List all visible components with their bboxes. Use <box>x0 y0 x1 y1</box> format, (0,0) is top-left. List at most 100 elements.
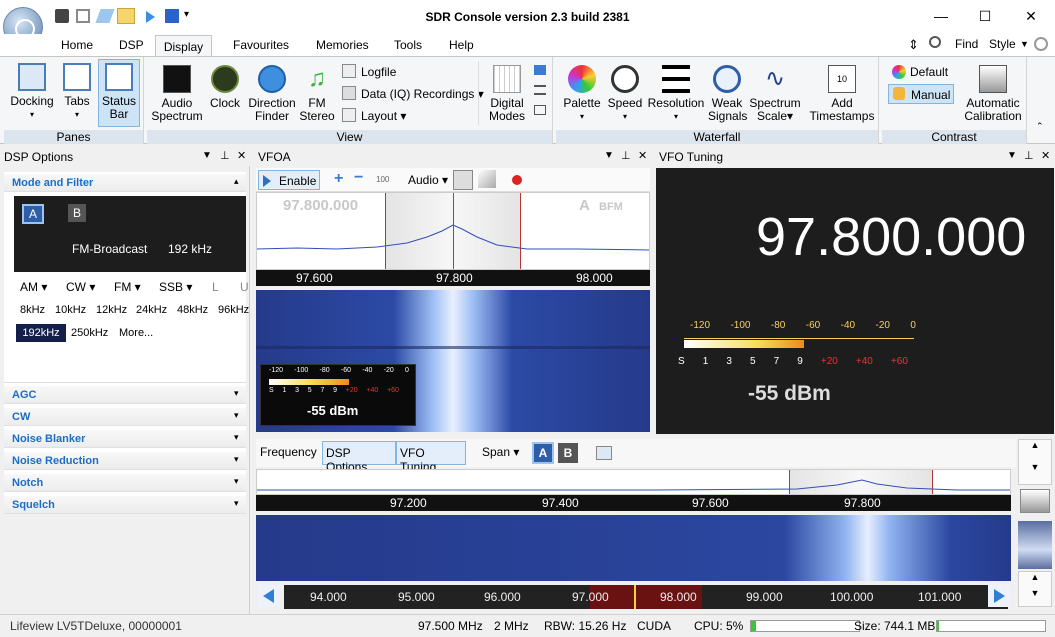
pin-icon[interactable]: ⊥ <box>1024 149 1034 162</box>
zoom-out-icon[interactable]: − <box>354 169 363 187</box>
bottom-spectrum[interactable] <box>256 469 1011 495</box>
mode-filter-section[interactable]: Mode and Filter <box>4 174 246 192</box>
panel-menu-icon[interactable]: ▼ <box>1007 150 1017 161</box>
deemphasis-icon[interactable] <box>478 170 496 188</box>
pin-icon[interactable]: ⊥ <box>220 149 230 162</box>
style-menu[interactable]: Style <box>989 37 1016 51</box>
calibration-icon[interactable] <box>1020 489 1050 513</box>
notch-section[interactable]: Notch <box>4 474 246 492</box>
chevron-down-icon[interactable]: ▾ <box>234 476 239 487</box>
noise-reduction-section[interactable]: Noise Reduction <box>4 452 246 470</box>
tab-dsp-options[interactable]: DSP Options <box>322 441 396 474</box>
search-icon[interactable] <box>929 36 941 48</box>
digital-modes-button[interactable]: Digital Modes <box>484 65 530 123</box>
close-panel-icon[interactable]: ✕ <box>638 149 647 162</box>
close-panel-icon[interactable]: ✕ <box>237 149 246 162</box>
scroll-right-button[interactable] <box>988 585 1010 607</box>
collapse-icon[interactable]: ▴ <box>234 176 239 187</box>
tabs-button[interactable]: Tabs ▾ <box>58 63 96 121</box>
tab-frequency[interactable]: Frequency <box>260 445 317 459</box>
mode-am[interactable]: AM ▾ <box>20 280 47 294</box>
mode-fm[interactable]: FM ▾ <box>114 280 141 294</box>
tab-display[interactable]: Display <box>155 35 212 57</box>
scroll-left-button[interactable] <box>258 585 280 607</box>
speaker-mute-icon[interactable] <box>453 170 473 190</box>
vfo-a-button[interactable]: A <box>22 204 44 224</box>
chevron-down-icon[interactable]: ▾ <box>234 498 239 509</box>
window-icon[interactable] <box>534 65 546 75</box>
resolution-button[interactable]: Resolution ▾ <box>646 65 706 123</box>
filter-more[interactable]: More... <box>119 327 153 339</box>
docking-button[interactable]: Docking ▾ <box>8 63 56 121</box>
close-button[interactable]: ✕ <box>1008 4 1054 28</box>
mode-cw[interactable]: CW ▾ <box>66 280 95 294</box>
speed-button[interactable]: Speed ▾ <box>606 65 644 123</box>
print-icon[interactable] <box>596 446 612 460</box>
default-contrast-button[interactable]: Default <box>910 65 948 79</box>
filter-192khz[interactable]: 192kHz <box>16 324 66 342</box>
chevron-down-icon[interactable]: ▼ <box>1020 39 1029 49</box>
fm-stereo-button[interactable]: ♫ FM Stereo <box>299 65 335 123</box>
filter-24khz[interactable]: 24kHz <box>136 304 167 316</box>
status-bar-toggle[interactable]: Status Bar <box>98 59 140 127</box>
chevron-down-icon[interactable]: ▼ <box>1019 462 1051 472</box>
chevron-down-icon[interactable]: ▾ <box>234 410 239 421</box>
automatic-calibration-button[interactable]: Automatic Calibration <box>960 65 1026 123</box>
tab-memories[interactable]: Memories <box>310 34 375 56</box>
direction-finder-button[interactable]: Direction Finder <box>246 65 298 123</box>
chevron-up-icon[interactable]: ▲ <box>1019 440 1051 450</box>
tab-vfo-tuning[interactable]: VFO Tuning <box>396 441 466 474</box>
agc-section[interactable]: AGC <box>4 386 246 404</box>
tab-home[interactable]: Home <box>55 34 99 56</box>
close-panel-icon[interactable]: ✕ <box>1041 149 1050 162</box>
logfile-button[interactable]: Logfile <box>361 65 396 79</box>
chevron-down-icon[interactable]: ▾ <box>234 454 239 465</box>
palette-button[interactable]: Palette ▾ <box>562 65 602 123</box>
filter-8khz[interactable]: 8kHz <box>20 304 45 316</box>
tuned-frequency[interactable]: 97.800.000 <box>756 206 1026 268</box>
vfo-a-select[interactable]: A <box>532 442 554 464</box>
settings-gear-icon[interactable] <box>1034 37 1048 51</box>
span-dropdown[interactable]: Span ▾ <box>482 445 519 459</box>
find-button[interactable]: Find <box>955 37 978 51</box>
weak-signals-button[interactable]: Weak Signals <box>708 65 747 123</box>
panel-menu-icon[interactable]: ▼ <box>202 150 212 161</box>
squelch-section[interactable]: Squelch <box>4 496 246 514</box>
maximize-button[interactable]: ☐ <box>962 4 1008 28</box>
spectrum-scale-button[interactable]: ∿ Spectrum Scale▾ <box>749 65 801 123</box>
tab-dsp[interactable]: DSP <box>113 34 150 56</box>
data-iq-recordings-button[interactable]: Data (IQ) Recordings ▾ <box>361 87 484 101</box>
tab-favourites[interactable]: Favourites <box>227 34 295 56</box>
chevron-up-icon[interactable]: ▲ <box>1019 572 1051 582</box>
lines-icon[interactable] <box>534 85 546 95</box>
chevron-down-icon[interactable]: ▾ <box>234 432 239 443</box>
vfo-b-button[interactable]: B <box>68 204 86 222</box>
add-timestamps-button[interactable]: 10 Add Timestamps <box>809 65 875 123</box>
record-icon[interactable] <box>512 175 522 185</box>
tab-tools[interactable]: Tools <box>388 34 428 56</box>
pin-icon[interactable]: ⊥ <box>621 149 631 162</box>
mode-l[interactable]: L <box>212 280 219 294</box>
minimize-button[interactable]: — <box>918 4 964 28</box>
contrast-gradient[interactable] <box>1018 521 1052 569</box>
bottom-waterfall[interactable] <box>256 515 1011 581</box>
panel-menu-icon[interactable]: ▼ <box>604 150 614 161</box>
collapse-ribbon-icon[interactable]: ⌃ <box>1036 121 1044 132</box>
contrast-stepper[interactable]: ▲ ▼ <box>1018 571 1052 607</box>
band-scale[interactable]: 94.000 95.000 96.000 97.000 98.000 99.00… <box>284 585 1008 609</box>
zoom-in-icon[interactable]: + <box>334 170 343 188</box>
filter-48khz[interactable]: 48kHz <box>177 304 208 316</box>
tab-help[interactable]: Help <box>443 34 480 56</box>
tools-icon[interactable] <box>534 105 546 115</box>
noise-blanker-section[interactable]: Noise Blanker <box>4 430 246 448</box>
level-stepper[interactable]: ▲ ▼ <box>1018 439 1052 485</box>
cw-section[interactable]: CW <box>4 408 246 426</box>
audio-spectrum-button[interactable]: Audio Spectrum <box>151 65 203 123</box>
vfo-b-select[interactable]: B <box>558 443 578 463</box>
layout-button[interactable]: Layout ▾ <box>361 109 406 123</box>
mode-ssb[interactable]: SSB ▾ <box>159 280 192 294</box>
clock-button[interactable]: Clock <box>207 65 243 110</box>
vfoa-spectrum[interactable]: 97.800.000 A BFM <box>256 192 650 270</box>
filter-250khz[interactable]: 250kHz <box>71 327 108 339</box>
up-down-icon[interactable]: ⇕ <box>908 37 919 53</box>
